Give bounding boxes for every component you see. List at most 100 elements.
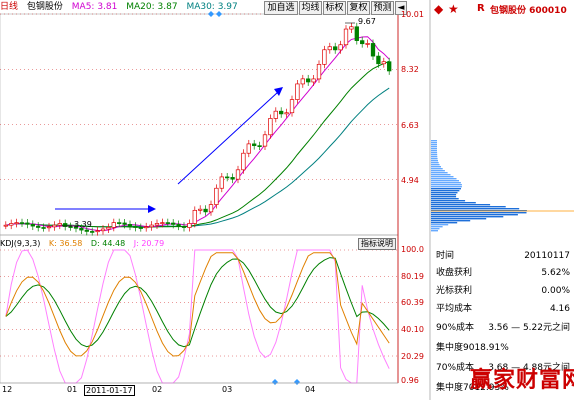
kdj-title: KDJ(9,3,3) [0,239,41,248]
chip-bar [431,154,438,156]
candle-body [95,230,100,233]
chip-bar [431,172,448,174]
chip-bar [431,164,440,166]
chip-bar [431,146,437,148]
chip-bar [431,144,437,146]
candle-body [176,224,181,227]
price-tick: 4.94 [401,176,419,185]
chip-bar [431,156,438,158]
chip-bar [431,202,476,204]
chart-header: 日线 包钢股份 MA5: 3.81 MA20: 3.87 MA30: 3.97 [0,0,244,14]
chip-bar [431,184,462,186]
forecast-button[interactable]: 预测 [371,1,394,15]
panel-title-bar: ◆ ★ R 包钢股份 600010 [432,2,574,18]
kdj-tick: 80.19 [401,272,424,281]
time-tick: 04 [305,385,316,394]
candle-body [122,222,127,225]
candle-body [246,143,251,154]
kdj-tick: 60.39 [401,298,424,307]
chip-bar [431,166,441,168]
candle-body [214,187,219,205]
info-conc90-row: 集中度9018.91% [436,341,572,355]
candle-body [338,44,343,51]
info-label: 70%成本 [436,363,475,373]
candle-body [284,112,289,115]
kdj-tick: 40.10 [401,325,424,334]
price-tick: 6.63 [401,121,419,130]
candle-body [90,231,95,233]
chip-bar [431,162,439,164]
chip-distribution [431,140,574,232]
warning-icon: ◆ [434,2,444,16]
candle-body [133,225,138,228]
candle-body [322,49,327,65]
candle-body [262,134,268,147]
candle-body [343,28,349,46]
adjust-button[interactable]: 复权 [347,1,370,15]
low-price-label: 3.39 [74,220,92,229]
candlestick-series [3,22,392,236]
candle-body [187,223,192,228]
info-cursor-row: 光标获利 0.00% [436,284,572,298]
info-time-row: 时间 20110117 [436,249,572,263]
chip-bar [431,150,437,152]
chip-bar [431,152,438,154]
info-label: 光标获利 [436,286,473,296]
indicator-help-button[interactable]: 指标说明 [358,238,396,250]
candle-body [203,208,208,213]
trend-arrow-up [177,87,283,185]
candle-body [198,208,203,211]
candle-body [165,222,170,224]
price-tick: 10.01 [401,10,424,19]
chip-bar [431,194,457,196]
candle-body [268,118,273,136]
mark-button[interactable]: 标权 [323,1,346,15]
candle-body [257,145,262,148]
chip-bar [431,224,449,226]
chip-bar [431,168,443,170]
candle-body [349,26,354,30]
candle-body [192,209,197,224]
chip-bar [431,190,460,192]
chip-bar [431,186,462,188]
candle-body [160,222,165,224]
candle-body [9,223,14,226]
info-value: 5.62% [541,268,570,278]
chip-bar [431,230,438,232]
ma5-label: MA5: 3.81 [71,2,118,12]
chip-bar [431,222,458,224]
candle-body [279,110,284,115]
price-tick: 8.32 [401,65,419,74]
candle-body [365,43,370,45]
candle-body [273,110,278,119]
kdj-j-label: J: 20.79 [133,239,165,248]
candle-body [25,222,30,225]
chip-bar [431,140,437,142]
candle-body [84,229,89,232]
candle-body [149,224,154,228]
chip-bar [431,220,471,222]
add-watchlist-button[interactable]: 加自选 [264,1,298,15]
kdj-d-label: D: 44.48 [90,239,126,248]
candle-body [106,227,111,230]
chip-bar [431,174,451,176]
candle-body [225,176,230,179]
candle-body [235,169,241,180]
info-label: 收盘获利 [436,268,473,278]
star-icon[interactable]: ★ [448,2,459,16]
candle-body [241,152,246,171]
chip-bar [431,180,459,182]
candle-body [68,226,73,228]
candle-body [360,40,365,45]
chip-bar [431,204,491,206]
kdj-k-label: K: 36.58 [48,239,83,248]
ma5-line [5,36,390,232]
kdj-k-line [5,252,390,357]
site-watermark: 赢家财富网 [470,367,574,393]
chip-bar [431,228,440,230]
candle-body [252,143,257,147]
candle-body [100,228,106,232]
ma-button[interactable]: 均线 [299,1,322,15]
candle-body [316,63,322,80]
candle-body [306,78,311,83]
